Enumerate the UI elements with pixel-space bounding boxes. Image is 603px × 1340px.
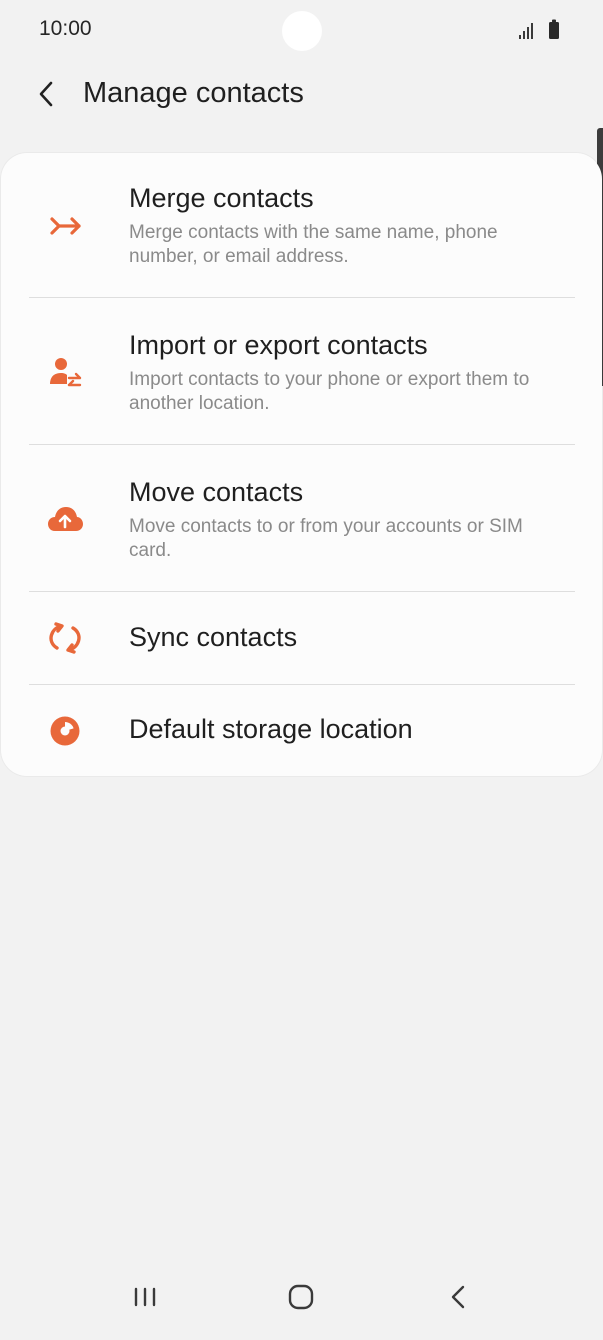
battery-icon <box>549 19 559 39</box>
home-icon <box>288 1284 314 1310</box>
cloud-upload-icon <box>48 507 83 531</box>
menu-item-move-contacts[interactable]: Move contacts Move contacts to or from y… <box>1 445 602 591</box>
menu-item-sync-contacts[interactable]: Sync contacts <box>1 592 602 685</box>
menu-item-title: Import or export contacts <box>129 330 428 360</box>
menu-item-import-export-contacts[interactable]: Import or export contacts Import contact… <box>1 298 602 445</box>
signal-icon <box>519 23 533 39</box>
home-button[interactable] <box>276 1278 326 1318</box>
status-bar: 10:00 <box>0 0 603 62</box>
menu-item-title: Default storage location <box>129 714 413 744</box>
sync-icon <box>49 622 81 654</box>
back-icon <box>451 1285 465 1309</box>
menu-item-default-storage-location[interactable]: Default storage location <box>1 685 602 776</box>
storage-location-icon <box>50 716 80 746</box>
chevron-left-icon <box>39 81 53 107</box>
menu-item-title: Sync contacts <box>129 622 298 652</box>
menu-item-merge-contacts[interactable]: Merge contacts Merge contacts with the s… <box>1 153 602 298</box>
recents-icon <box>134 1287 156 1307</box>
recent-apps-button[interactable] <box>121 1278 171 1318</box>
menu-item-description: Merge contacts with the same name, phone… <box>129 222 498 267</box>
merge-icon <box>50 217 81 235</box>
camera-cutout <box>282 11 322 51</box>
import-export-icon <box>50 358 82 387</box>
menu-item-description: Import contacts to your phone or export … <box>129 369 530 414</box>
status-icons <box>519 19 559 39</box>
navigation-bar <box>0 1260 603 1340</box>
app-header: Manage contacts <box>0 62 603 132</box>
status-time: 10:00 <box>39 17 92 40</box>
menu-card: Merge contacts Merge contacts with the s… <box>1 153 602 776</box>
menu-item-description: Move contacts to or from your accounts o… <box>129 516 523 561</box>
menu-item-title: Merge contacts <box>129 183 314 213</box>
back-button[interactable] <box>30 76 66 112</box>
back-nav-button[interactable] <box>434 1278 484 1318</box>
menu-item-title: Move contacts <box>129 477 304 507</box>
page-title: Manage contacts <box>83 77 304 109</box>
